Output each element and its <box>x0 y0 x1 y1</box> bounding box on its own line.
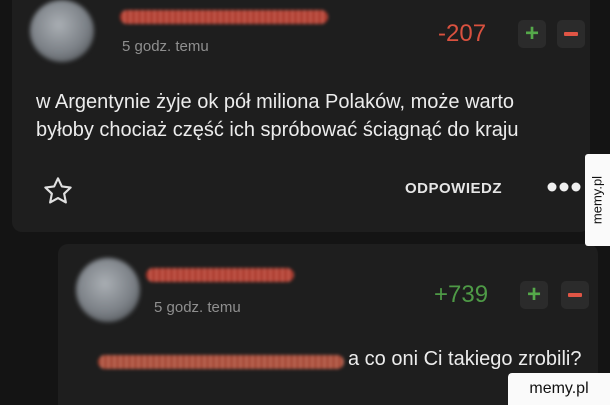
reply-text: a co oni Ci takiego zrobili? <box>348 348 582 370</box>
plus-icon: + <box>524 20 539 47</box>
comment-card: 5 godz. temu -207 + w Argentynie żyje ok… <box>12 0 590 232</box>
star-outline-icon[interactable] <box>42 175 74 207</box>
watermark-bottom: memy.pl <box>508 373 610 405</box>
avatar[interactable] <box>30 0 94 62</box>
comment-timestamp: 5 godz. temu <box>122 38 209 55</box>
downvote-button[interactable] <box>557 20 585 48</box>
minus-icon <box>564 32 578 36</box>
watermark-side-label: memy.pl <box>589 175 605 225</box>
mention-redacted[interactable] <box>98 355 344 369</box>
username-redacted[interactable] <box>120 10 328 24</box>
minus-icon <box>568 293 582 297</box>
reply-button[interactable]: ODPOWIEDZ <box>405 180 502 197</box>
reply-score: +739 <box>434 281 489 308</box>
more-dots-icon[interactable] <box>546 180 582 194</box>
upvote-button[interactable]: + <box>518 20 546 48</box>
watermark-side: memy.pl <box>585 154 610 246</box>
comment-text: w Argentynie żyje ok pół miliona Polaków… <box>36 91 519 141</box>
downvote-button[interactable] <box>561 281 589 309</box>
reply-timestamp: 5 godz. temu <box>154 299 241 316</box>
screenshot: 5 godz. temu -207 + w Argentynie żyje ok… <box>0 0 610 405</box>
username-redacted[interactable] <box>146 268 294 282</box>
avatar[interactable] <box>76 258 140 322</box>
upvote-button[interactable]: + <box>520 281 548 309</box>
comment-score: -207 <box>438 20 487 47</box>
plus-icon: + <box>526 281 541 308</box>
